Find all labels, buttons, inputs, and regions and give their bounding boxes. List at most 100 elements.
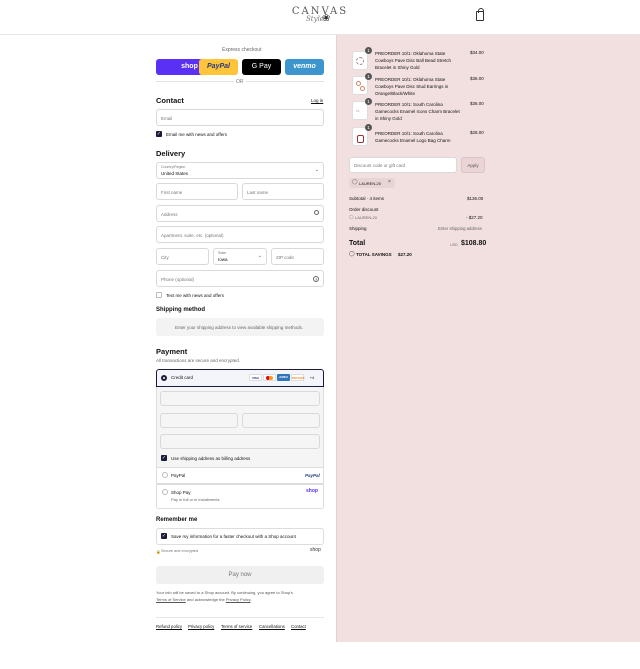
delivery-heading: Delivery: [156, 149, 186, 158]
legal-line1: Your info will be saved to a Shop accoun…: [156, 590, 293, 595]
order-discount-label: Order discount: [349, 207, 379, 212]
shipping-value: Enter shipping address: [438, 226, 482, 231]
discount-code-input[interactable]: Discount code or gift card: [349, 157, 457, 173]
city-placeholder: City: [161, 255, 169, 260]
first-name-field[interactable]: First name: [156, 183, 238, 200]
credit-card-radio[interactable]: [161, 375, 167, 381]
order-summary: [336, 35, 640, 642]
tag-icon: ◯: [349, 214, 354, 219]
zip-field[interactable]: ZIP code: [271, 248, 324, 265]
cart-item-line: PREORDER 10/1: South Carolina: [375, 102, 443, 107]
phone-placeholder: Phone (optional): [161, 277, 195, 282]
cart-item-line: Bracelet in Shiny Gold: [375, 65, 420, 70]
discount-placeholder: Discount code or gift card: [354, 163, 406, 168]
save-info-checkbox[interactable]: ✓: [161, 533, 167, 539]
paypal-express-button[interactable]: PayPal: [199, 59, 238, 75]
cart-item-line: Cowboys Pave Disc Stud Earrings in: [375, 84, 449, 89]
shop-pay-subtitle: Pay in full or in installments: [171, 497, 220, 502]
total-savings-value: $27.20: [398, 252, 412, 257]
apartment-field[interactable]: Apartment, suite, etc. (optional): [156, 226, 324, 243]
quantity-badge: 1: [365, 98, 372, 105]
cart-item-line: PREORDER 10/1: South Carolina: [375, 131, 443, 136]
legal-end: .: [250, 597, 252, 602]
country-select[interactable]: Country/Region United States ⌄: [156, 162, 324, 179]
zip-placeholder: ZIP code: [276, 255, 294, 260]
express-checkout-label: Express checkout: [222, 47, 262, 53]
close-icon[interactable]: ×: [388, 179, 391, 185]
paypal-radio[interactable]: [162, 472, 168, 478]
card-number-field[interactable]: [160, 391, 320, 406]
bag-charm-image: [357, 135, 364, 143]
subtotal-label: Subtotal · 4 items: [349, 196, 385, 201]
cart-item-name: PREORDER 10/1: South Carolina Gamecocks E…: [375, 130, 451, 144]
footer-divider: [156, 617, 324, 618]
privacy-policy-link[interactable]: Privacy policy: [188, 624, 214, 629]
cart-item-line: Gamecocks Enamel Icons Charm Bracelet: [375, 109, 460, 114]
cart-item-line: PREORDER 10/1: Oklahoma State: [375, 51, 446, 56]
terms-link[interactable]: Terms of Service: [156, 597, 186, 602]
last-name-placeholder: Last name: [247, 190, 269, 195]
help-icon[interactable]: ?: [313, 276, 319, 282]
subtotal-value: $136.00: [467, 196, 484, 201]
tag-icon: ◯: [352, 179, 358, 185]
login-link[interactable]: Log in: [311, 98, 323, 103]
cart-item-name: PREORDER 10/1: Oklahoma State Cowboys Pav…: [375, 50, 451, 71]
shop-pay-radio[interactable]: [162, 489, 168, 495]
cart-item-name: PREORDER 10/1: South Carolina Gamecocks E…: [375, 101, 460, 122]
pay-now-button[interactable]: Pay now: [156, 566, 324, 584]
google-pay-express-button[interactable]: G Pay: [242, 59, 281, 75]
text-news-checkbox[interactable]: [156, 292, 162, 298]
legal-line2: Terms of Service and acknowledge the Pri…: [156, 597, 252, 602]
discount-chip-code: LAUREN-20: [359, 181, 382, 186]
cart-item-price: $36.00: [470, 101, 484, 106]
cart-item-price: $36.00: [470, 76, 484, 81]
cancellations-link[interactable]: Cancellations: [259, 624, 285, 629]
state-select[interactable]: State Iowa ⌄: [213, 248, 267, 265]
address-field[interactable]: Address: [156, 205, 324, 222]
quantity-badge: 1: [365, 47, 372, 54]
name-on-card-field[interactable]: [160, 434, 320, 449]
terms-of-service-link[interactable]: Terms of service: [221, 624, 252, 629]
last-name-field[interactable]: Last name: [242, 183, 324, 200]
shop-pay-logo: shop: [306, 488, 318, 494]
legal-mid: and acknowledge the: [185, 597, 226, 602]
credit-card-label: Credit card: [171, 375, 194, 380]
security-code-field[interactable]: [242, 413, 320, 428]
payment-heading: Payment: [156, 347, 188, 356]
billing-same-checkbox[interactable]: ✓: [161, 455, 167, 461]
email-placeholder: Email: [161, 116, 173, 121]
shop-pay-label: Shop Pay: [171, 490, 191, 495]
phone-field[interactable]: Phone (optional) ?: [156, 270, 324, 287]
refund-policy-link[interactable]: Refund policy: [156, 624, 182, 629]
payment-subtitle: All transactions are secure and encrypte…: [156, 358, 241, 363]
contact-link[interactable]: Contact: [291, 624, 306, 629]
country-value: United States: [161, 171, 189, 176]
save-info-label: Save my information for a faster checkou…: [171, 534, 296, 539]
cart-item-price: $28.00: [470, 130, 484, 135]
discover-icon: DISCOVER: [291, 374, 305, 381]
venmo-express-button[interactable]: venmo: [285, 59, 324, 75]
apply-button[interactable]: Apply: [461, 157, 485, 173]
country-label: Country/Region: [161, 165, 186, 169]
paypal-logo: PayPal: [305, 473, 320, 478]
text-news-label: Text me with news and offers: [166, 293, 224, 298]
shipping-method-message: Enter your shipping address to view avai…: [175, 325, 304, 330]
email-field[interactable]: Email: [156, 109, 324, 126]
privacy-link[interactable]: Privacy Policy: [226, 597, 251, 602]
shopping-bag-icon[interactable]: [476, 8, 484, 21]
amex-icon: AMEX: [277, 374, 290, 381]
apartment-placeholder: Apartment, suite, etc. (optional): [161, 233, 224, 238]
shipping-method-heading: Shipping method: [156, 307, 205, 313]
search-icon: [314, 210, 319, 215]
remember-me-heading: Remember me: [156, 517, 198, 523]
earring-image: [360, 86, 365, 91]
discount-amount: - $27.20: [466, 215, 483, 220]
expiration-field[interactable]: [160, 413, 238, 428]
email-news-checkbox[interactable]: ✓: [156, 131, 162, 137]
more-cards-badge: +4: [309, 375, 315, 380]
cart-item-price: $34.00: [470, 50, 484, 55]
cart-item-line: Orange/Black/White: [375, 91, 416, 96]
product-thumbnail: [352, 51, 368, 70]
secure-label: Secure and encrypted: [161, 549, 199, 553]
city-field[interactable]: City: [156, 248, 209, 265]
